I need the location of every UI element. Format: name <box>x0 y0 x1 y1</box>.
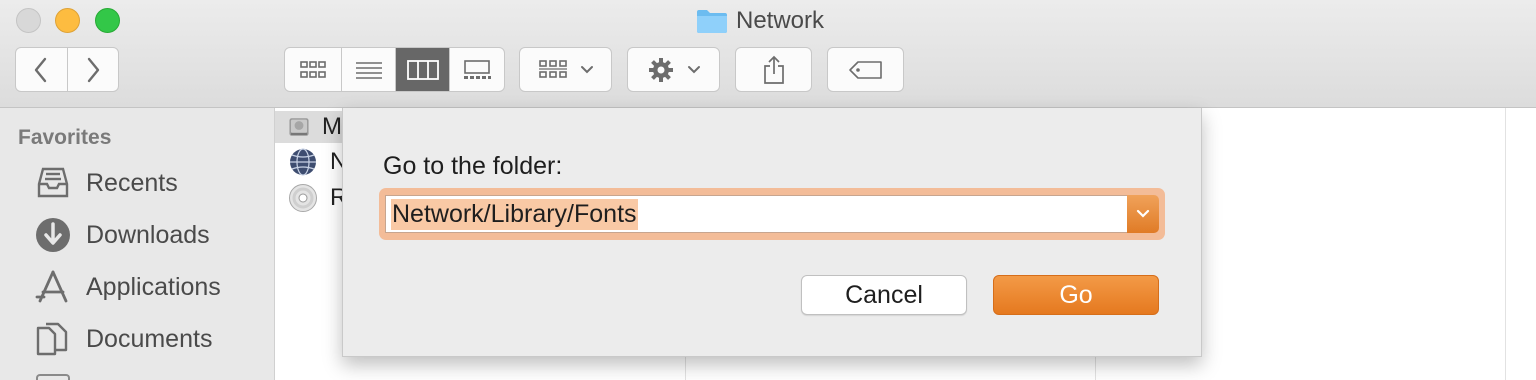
view-mode-control <box>284 47 505 92</box>
close-window-button[interactable] <box>16 8 41 33</box>
zoom-window-button[interactable] <box>95 8 120 33</box>
sidebar: Favorites Recents Downloads Applications <box>0 108 275 380</box>
action-menu-button[interactable] <box>627 47 720 92</box>
title-bar: Network <box>0 0 1536 108</box>
sidebar-item-documents[interactable]: Documents <box>34 319 212 359</box>
disc-icon <box>289 184 317 212</box>
go-button[interactable]: Go <box>993 275 1159 315</box>
list-item[interactable]: M <box>275 111 342 143</box>
folder-path-input[interactable]: Network/Library/Fonts <box>385 195 1130 233</box>
chevron-down-icon <box>687 65 700 73</box>
nav-buttons <box>15 47 119 92</box>
sidebar-item-label: Applications <box>86 272 221 301</box>
group-by-button[interactable] <box>519 47 612 92</box>
column-view-button[interactable] <box>396 48 451 91</box>
list-item[interactable]: N <box>288 146 347 178</box>
list-view-icon <box>355 61 382 79</box>
documents-icon <box>36 322 68 356</box>
share-icon <box>763 55 784 84</box>
chevron-left-icon <box>35 57 47 82</box>
column-divider <box>1505 108 1506 380</box>
chevron-right-icon <box>87 57 99 82</box>
chevron-down-icon <box>580 65 593 73</box>
list-item-label: M <box>322 113 342 140</box>
sidebar-heading: Favorites <box>18 126 112 149</box>
gear-icon <box>648 57 673 82</box>
applications-icon <box>35 270 68 303</box>
sidebar-item-partial <box>36 374 70 380</box>
tag-button[interactable] <box>827 47 904 92</box>
icon-view-icon <box>300 60 326 78</box>
forward-button[interactable] <box>68 48 119 91</box>
sidebar-item-recents[interactable]: Recents <box>34 163 178 203</box>
gallery-view-icon <box>464 59 492 79</box>
icon-view-button[interactable] <box>285 48 342 91</box>
sidebar-item-label: Recents <box>86 168 178 197</box>
list-item[interactable]: R <box>288 182 347 214</box>
column-view-icon <box>406 59 439 80</box>
sidebar-item-label: Downloads <box>86 220 210 249</box>
chevron-down-icon <box>1136 209 1150 218</box>
cancel-button[interactable]: Cancel <box>801 275 967 315</box>
go-to-folder-dialog: Go to the folder: Network/Library/Fonts … <box>342 108 1202 357</box>
sidebar-item-downloads[interactable]: Downloads <box>34 215 210 255</box>
recents-icon <box>37 167 69 198</box>
folder-icon <box>697 10 727 33</box>
window-title-text: Network <box>736 7 825 34</box>
window-title: Network <box>696 6 824 36</box>
share-button[interactable] <box>735 47 812 92</box>
dialog-prompt: Go to the folder: <box>383 152 563 180</box>
gallery-view-button[interactable] <box>450 48 504 91</box>
back-button[interactable] <box>16 48 68 91</box>
list-view-button[interactable] <box>342 48 397 91</box>
folder-path-value: Network/Library/Fonts <box>391 198 638 230</box>
tag-icon <box>848 60 882 79</box>
sidebar-item-applications[interactable]: Applications <box>34 267 221 307</box>
path-history-dropdown[interactable] <box>1127 195 1159 233</box>
hard-drive-icon <box>289 118 309 136</box>
downloads-icon <box>36 218 70 252</box>
sidebar-item-label: Documents <box>86 324 213 353</box>
group-icon <box>538 59 567 78</box>
network-globe-icon <box>290 148 316 176</box>
minimize-window-button[interactable] <box>55 8 80 33</box>
